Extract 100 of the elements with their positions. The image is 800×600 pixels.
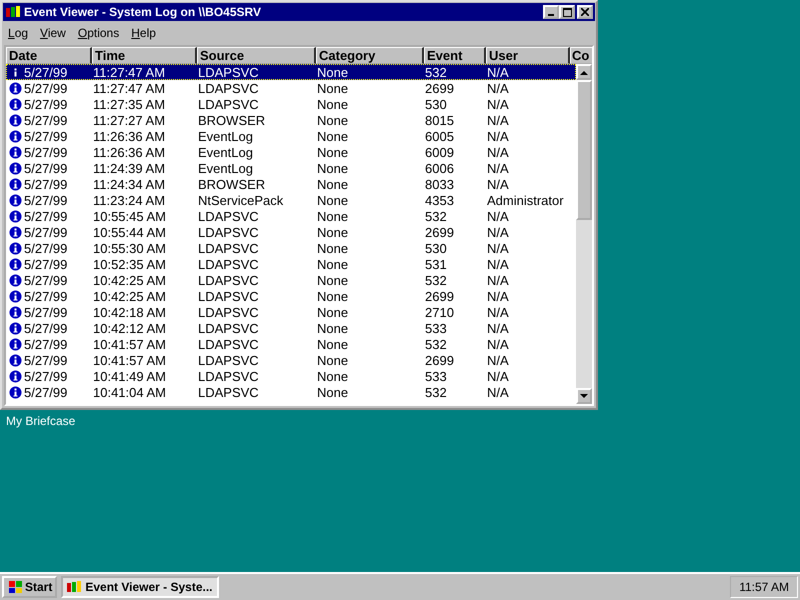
log-row[interactable]: 5/27/99 10:55:44 AM LDAPSVC None 2699 N/A	[6, 224, 576, 240]
menu-item[interactable]: Log	[8, 26, 28, 40]
table-cell: LDAPSVC	[198, 64, 259, 80]
table-cell: LDAPSVC	[198, 384, 259, 400]
scroll-up-button[interactable]	[576, 64, 592, 80]
table-cell: 5/27/99	[24, 128, 68, 144]
log-row[interactable]: 5/27/99 10:52:35 AM LDAPSVC None 531 N/A	[6, 256, 576, 272]
table-cell: 11:26:36 AM	[93, 144, 166, 160]
log-row[interactable]: 5/27/99 11:27:47 AM LDAPSVC None 532 N/A	[6, 64, 576, 80]
log-row[interactable]: 5/27/99 11:27:47 AM LDAPSVC None 2699 N/A	[6, 80, 576, 96]
table-cell: N/A	[487, 128, 509, 144]
table-cell: 530	[425, 240, 447, 256]
table-cell: None	[317, 192, 348, 208]
table-cell: BROWSER	[198, 112, 266, 128]
table-cell: LDAPSVC	[198, 256, 259, 272]
start-button[interactable]: Start	[2, 576, 58, 598]
table-cell: N/A	[487, 224, 509, 240]
log-row[interactable]: 5/27/99 11:24:34 AM BROWSER None 8033 N/A	[6, 176, 576, 192]
table-cell: 5/27/99	[24, 208, 68, 224]
table-cell: 5/27/99	[24, 192, 68, 208]
up-arrow-icon	[580, 70, 588, 74]
table-cell: 4353	[425, 192, 454, 208]
info-icon	[9, 82, 22, 94]
close-icon	[581, 8, 589, 16]
log-row[interactable]: 5/27/99 10:42:12 AM LDAPSVC None 533 N/A	[6, 320, 576, 336]
info-icon	[9, 146, 22, 158]
log-row[interactable]: 5/27/99 10:41:57 AM LDAPSVC None 2699 N/A	[6, 352, 576, 368]
log-row[interactable]: 5/27/99 10:41:49 AM LDAPSVC None 533 N/A	[6, 368, 576, 384]
table-cell: 10:41:04 AM	[93, 384, 166, 400]
taskbar-button[interactable]: Event Viewer - Syste...	[61, 576, 220, 598]
table-cell: 5/27/99	[24, 80, 68, 96]
desktop-icon-label[interactable]: My Briefcase	[6, 414, 76, 428]
table-cell: 532	[425, 208, 447, 224]
table-cell: 5/27/99	[24, 96, 68, 112]
table-cell: 532	[425, 336, 447, 352]
table-cell: LDAPSVC	[198, 304, 259, 320]
table-cell: 10:42:18 AM	[93, 304, 166, 320]
log-row[interactable]: 5/27/99 11:27:35 AM LDAPSVC None 530 N/A	[6, 96, 576, 112]
log-row[interactable]: 5/27/99 11:27:27 AM BROWSER None 8015 N/A	[6, 112, 576, 128]
table-cell: LDAPSVC	[198, 336, 259, 352]
info-icon	[9, 130, 22, 142]
table-cell: LDAPSVC	[198, 224, 259, 240]
scroll-down-button[interactable]	[576, 388, 592, 404]
table-cell: 11:27:47 AM	[93, 64, 166, 80]
info-icon	[9, 274, 22, 286]
vertical-scrollbar[interactable]	[576, 64, 592, 404]
table-cell: EventLog	[198, 128, 253, 144]
table-cell: N/A	[487, 176, 509, 192]
table-cell: N/A	[487, 320, 509, 336]
maximize-button[interactable]	[559, 5, 575, 19]
close-button[interactable]	[577, 5, 593, 19]
log-row[interactable]: 5/27/99 10:41:57 AM LDAPSVC None 532 N/A	[6, 336, 576, 352]
info-icon	[9, 370, 22, 382]
table-cell: N/A	[487, 96, 509, 112]
table-cell: N/A	[487, 288, 509, 304]
log-row[interactable]: 5/27/99 11:23:24 AM NtServicePack None 4353 Administrator	[6, 192, 576, 208]
table-cell: 10:55:30 AM	[93, 240, 166, 256]
table-cell: 532	[425, 64, 447, 80]
log-row[interactable]: 5/27/99 11:26:36 AM EventLog None 6009 N/A	[6, 144, 576, 160]
table-cell: N/A	[487, 256, 509, 272]
menu-item[interactable]: Options	[78, 26, 120, 40]
log-row[interactable]: 5/27/99 11:24:39 AM EventLog None 6006 N/A	[6, 160, 576, 176]
table-cell: None	[317, 240, 348, 256]
table-cell: 10:55:45 AM	[93, 208, 166, 224]
scroll-thumb[interactable]	[576, 80, 592, 220]
menu-item[interactable]: Help	[131, 26, 156, 40]
log-row[interactable]: 5/27/99 10:42:25 AM LDAPSVC None 532 N/A	[6, 272, 576, 288]
menu-item[interactable]: View	[40, 26, 66, 40]
table-cell: 10:42:25 AM	[93, 288, 166, 304]
table-cell: 10:42:25 AM	[93, 272, 166, 288]
info-icon	[9, 338, 22, 350]
table-cell: None	[317, 96, 348, 112]
log-row[interactable]: 5/27/99 10:55:30 AM LDAPSVC None 530 N/A	[6, 240, 576, 256]
table-cell: None	[317, 144, 348, 160]
app-icon	[66, 580, 82, 594]
log-row[interactable]: 5/27/99 10:42:18 AM LDAPSVC None 2710 N/A	[6, 304, 576, 320]
info-icon	[9, 162, 22, 174]
minimize-button[interactable]	[543, 5, 559, 19]
table-cell: 11:27:47 AM	[93, 80, 166, 96]
log-row[interactable]: 5/27/99 10:42:25 AM LDAPSVC None 2699 N/A	[6, 288, 576, 304]
table-cell: N/A	[487, 384, 509, 400]
table-cell: N/A	[487, 352, 509, 368]
table-cell: 5/27/99	[24, 224, 68, 240]
table-cell: None	[317, 112, 348, 128]
table-cell: None	[317, 176, 348, 192]
table-cell: Administrator	[487, 192, 564, 208]
table-cell: 2710	[425, 304, 454, 320]
table-cell: 532	[425, 272, 447, 288]
table-cell: 10:41:57 AM	[93, 352, 166, 368]
log-row[interactable]: 5/27/99 10:55:45 AM LDAPSVC None 532 N/A	[6, 208, 576, 224]
table-cell: None	[317, 304, 348, 320]
log-row[interactable]: 5/27/99 10:41:04 AM LDAPSVC None 532 N/A	[6, 384, 576, 400]
log-row[interactable]: 5/27/99 11:26:36 AM EventLog None 6005 N/A	[6, 128, 576, 144]
table-cell: None	[317, 128, 348, 144]
table-cell: 5/27/99	[24, 112, 68, 128]
table-cell: N/A	[487, 112, 509, 128]
table-cell: None	[317, 80, 348, 96]
clock: 11:57 AM	[739, 580, 789, 594]
table-cell: 10:52:35 AM	[93, 256, 166, 272]
table-cell: N/A	[487, 240, 509, 256]
